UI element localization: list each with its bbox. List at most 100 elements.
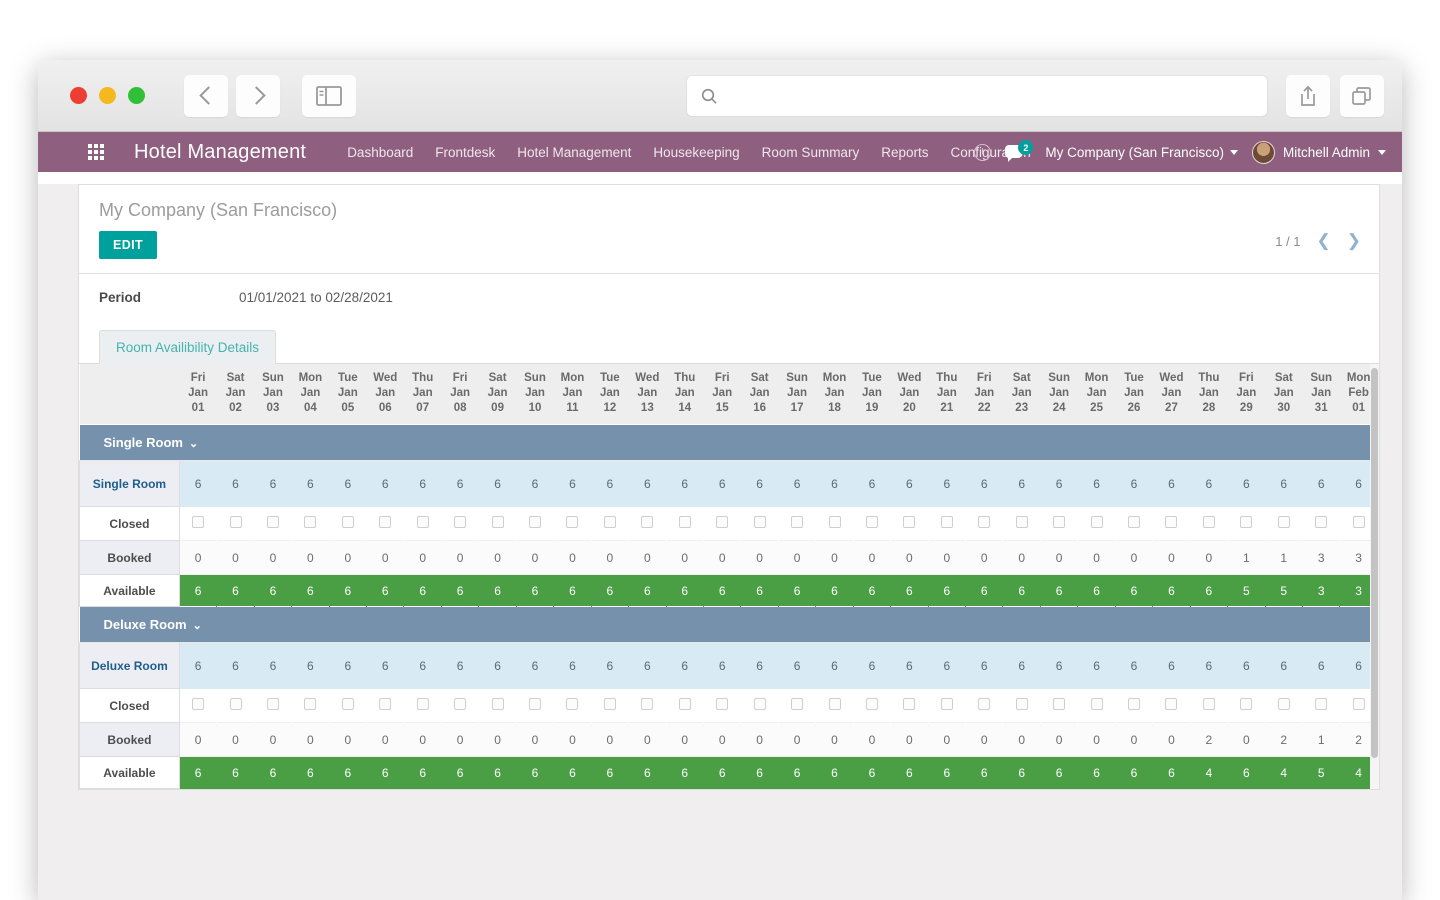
closed-row-cell[interactable] [815,506,854,541]
closed-row-cell[interactable] [516,506,554,541]
closed-row-cell[interactable] [853,688,891,723]
closed-checkbox[interactable] [416,515,429,528]
closed-row-cell[interactable] [1152,688,1191,723]
closed-checkbox[interactable] [603,515,616,528]
closed-checkbox[interactable] [1090,697,1103,710]
closed-row-cell[interactable] [291,688,330,723]
vertical-scrollbar[interactable] [1370,364,1379,789]
menu-item-room-summary[interactable]: Room Summary [762,145,860,160]
closed-row-cell[interactable] [1115,506,1153,541]
closed-checkbox[interactable] [1277,697,1290,710]
closed-row-cell[interactable] [441,506,479,541]
closed-row-cell[interactable] [216,688,255,723]
closed-checkbox[interactable] [192,697,205,710]
closed-row-cell[interactable] [403,506,442,541]
closed-checkbox[interactable] [1090,515,1103,528]
closed-checkbox[interactable] [1128,515,1141,528]
closed-row-cell[interactable] [179,688,217,723]
user-menu[interactable]: Mitchell Admin [1251,140,1386,164]
search-input[interactable] [726,88,1267,104]
closed-row-cell[interactable] [553,688,592,723]
menu-item-reports[interactable]: Reports [881,145,928,160]
closed-row-cell[interactable] [965,506,1003,541]
closed-checkbox[interactable] [1277,515,1290,528]
closed-checkbox[interactable] [865,515,878,528]
closed-row-cell[interactable] [1227,506,1266,541]
menu-item-dashboard[interactable]: Dashboard [347,145,413,160]
closed-row-cell[interactable] [1302,688,1340,723]
closed-checkbox[interactable] [341,515,354,528]
closed-checkbox[interactable] [1165,515,1178,528]
closed-checkbox[interactable] [416,697,429,710]
closed-row-cell[interactable] [1265,688,1303,723]
closed-row-cell[interactable] [778,688,816,723]
closed-row-cell[interactable] [1190,506,1228,541]
closed-row-cell[interactable] [1302,506,1340,541]
closed-checkbox[interactable] [304,515,317,528]
closed-checkbox[interactable] [603,697,616,710]
closed-row-cell[interactable] [516,688,554,723]
closed-checkbox[interactable] [678,515,691,528]
closed-row-cell[interactable] [853,506,891,541]
closed-row-cell[interactable] [666,506,704,541]
chevron-down-icon[interactable]: ⌄ [189,437,198,450]
closed-row-cell[interactable] [591,506,629,541]
menu-item-hotel-management[interactable]: Hotel Management [517,145,631,160]
closed-row-cell[interactable] [291,506,330,541]
closed-checkbox[interactable] [753,697,766,710]
closed-checkbox[interactable] [566,697,579,710]
closed-checkbox[interactable] [1352,697,1365,710]
closed-row-cell[interactable] [329,506,367,541]
closed-row-cell[interactable] [1002,688,1041,723]
closed-checkbox[interactable] [903,697,916,710]
closed-row-cell[interactable] [1265,506,1303,541]
tab-overview-button[interactable] [1340,75,1384,117]
closed-row-cell[interactable] [1152,506,1191,541]
tab-room-availability-details[interactable]: Room Availibility Details [99,330,277,364]
closed-row-cell[interactable] [179,506,217,541]
closed-checkbox[interactable] [1240,697,1253,710]
company-switcher[interactable]: My Company (San Francisco) [1045,145,1238,160]
closed-checkbox[interactable] [491,515,504,528]
closed-row-cell[interactable] [1040,506,1078,541]
closed-row-cell[interactable] [890,688,929,723]
closed-row-cell[interactable] [628,506,667,541]
closed-checkbox[interactable] [753,515,766,528]
closed-row-cell[interactable] [478,688,517,723]
closed-checkbox[interactable] [341,697,354,710]
closed-row-cell[interactable] [1077,506,1116,541]
closed-row-cell[interactable] [740,688,779,723]
sidebar-toggle-button[interactable] [302,74,356,117]
closed-checkbox[interactable] [641,515,654,528]
closed-checkbox[interactable] [266,697,279,710]
closed-checkbox[interactable] [1165,697,1178,710]
closed-checkbox[interactable] [828,515,841,528]
closed-checkbox[interactable] [379,697,392,710]
edit-button[interactable]: EDIT [99,231,158,259]
room-type-section-header[interactable]: Deluxe Room ⌄ [79,606,1379,643]
clock-icon[interactable] [974,143,992,161]
pager-prev-button[interactable]: ❮ [1317,231,1331,251]
closed-checkbox[interactable] [1015,697,1028,710]
closed-row-cell[interactable] [366,506,404,541]
pager-next-button[interactable]: ❯ [1347,231,1361,251]
closed-row-cell[interactable] [965,688,1003,723]
chevron-down-icon[interactable]: ⌄ [193,619,202,632]
vertical-scrollbar-thumb[interactable] [1371,368,1378,758]
closed-checkbox[interactable] [566,515,579,528]
closed-checkbox[interactable] [1053,697,1066,710]
menu-item-housekeeping[interactable]: Housekeeping [653,145,739,160]
closed-checkbox[interactable] [266,515,279,528]
back-button[interactable] [184,74,228,117]
closed-row-cell[interactable] [1190,688,1228,723]
apps-grid-icon[interactable] [88,144,104,160]
closed-checkbox[interactable] [1202,697,1215,710]
closed-row-cell[interactable] [403,688,442,723]
closed-row-cell[interactable] [1077,688,1116,723]
closed-checkbox[interactable] [865,697,878,710]
browser-address-bar[interactable] [687,76,1267,116]
room-type-section-header[interactable]: Single Room ⌄ [79,424,1379,461]
maximize-window-button[interactable] [128,87,145,104]
closed-checkbox[interactable] [1053,515,1066,528]
closed-checkbox[interactable] [229,515,242,528]
